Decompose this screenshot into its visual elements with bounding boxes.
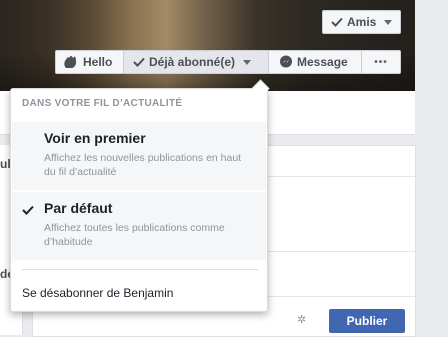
following-button[interactable]: Déjà abonné(e) bbox=[124, 50, 269, 74]
friends-label: Amis bbox=[347, 15, 377, 29]
more-options-button[interactable]: ••• bbox=[362, 50, 401, 74]
chevron-down-icon bbox=[384, 19, 393, 25]
wave-hand-icon bbox=[63, 55, 79, 69]
option-title: Par défaut bbox=[44, 200, 113, 216]
more-icon: ••• bbox=[374, 56, 388, 68]
option-description: Affichez toutes les publications comme d… bbox=[44, 222, 225, 248]
message-button[interactable]: Message bbox=[269, 50, 362, 74]
wave-hello-button[interactable]: Hello bbox=[55, 50, 124, 74]
hello-label: Hello bbox=[83, 55, 113, 69]
following-dropdown-menu: DANS VOTRE FIL D’ACTUALITÉ Voir en premi… bbox=[10, 79, 270, 312]
following-label: Déjà abonné(e) bbox=[149, 55, 236, 69]
chevron-down-icon bbox=[243, 59, 252, 65]
message-label: Message bbox=[297, 55, 348, 69]
messenger-icon bbox=[279, 55, 293, 69]
check-icon bbox=[22, 202, 34, 218]
menu-item-default[interactable]: Par défaut Affichez toutes les publicati… bbox=[12, 192, 266, 260]
page-background bbox=[415, 0, 448, 322]
dropdown-header: DANS VOTRE FIL D’ACTUALITÉ bbox=[22, 98, 183, 109]
publish-button[interactable]: Publier bbox=[329, 309, 405, 333]
settings-icon[interactable]: ✲ bbox=[297, 313, 306, 326]
menu-item-see-first[interactable]: Voir en premier Affichez les nouvelles p… bbox=[12, 122, 266, 190]
option-title: Voir en premier bbox=[44, 130, 146, 146]
check-icon bbox=[133, 57, 145, 67]
check-icon bbox=[331, 17, 343, 27]
friends-button[interactable]: Amis bbox=[322, 10, 401, 34]
menu-divider bbox=[22, 269, 258, 270]
option-description: Affichez les nouvelles publications en h… bbox=[44, 152, 242, 178]
menu-item-unsubscribe[interactable]: Se désabonner de Benjamin bbox=[22, 286, 173, 300]
